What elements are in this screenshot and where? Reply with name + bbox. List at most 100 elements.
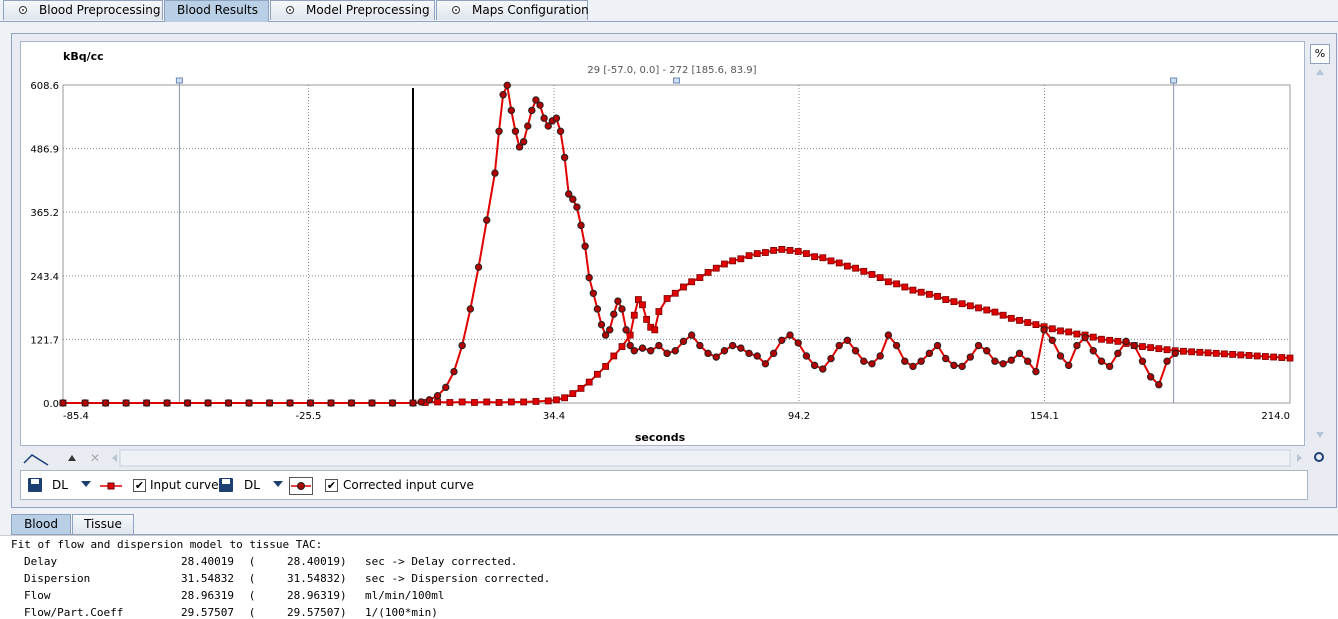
tab-tissue[interactable]: Tissue [72, 514, 134, 534]
corrected-curve-point [884, 331, 893, 339]
input-curve-point [577, 384, 585, 392]
save-corrected-curve-icon[interactable] [219, 478, 233, 492]
input-curve-point [569, 390, 577, 397]
input-curve-point [778, 245, 786, 253]
input-curve-label[interactable]: Input curve [150, 471, 219, 499]
tab-label: Blood Results [177, 3, 259, 17]
input-curve-style-icon[interactable] [99, 479, 123, 493]
lasso-icon[interactable] [1314, 452, 1324, 462]
save-input-curve-icon[interactable] [28, 478, 42, 492]
result-paren-open: ( [248, 572, 256, 585]
tab-blood[interactable]: Blood [11, 514, 71, 534]
corrected-curve-point [1122, 337, 1130, 346]
result-paren-value: 28.40019 [287, 555, 340, 568]
input-curve-point [925, 290, 933, 298]
corrected-curve-point [306, 399, 315, 407]
percent-button[interactable]: % [1310, 44, 1330, 64]
result-name: Delay [24, 555, 58, 568]
corrected-curve-point [786, 331, 794, 339]
chevron-down-icon[interactable] [273, 481, 283, 487]
dl-corrected-label[interactable]: DL [244, 471, 260, 499]
input-curve-point [1089, 333, 1097, 341]
tab-blood-preprocessing[interactable]: Blood Preprocessing [3, 0, 163, 20]
results-text-area[interactable]: Fit of flow and dispersion model to tiss… [0, 535, 1338, 619]
range-markers[interactable] [175, 77, 1178, 403]
input-curve-point [495, 399, 503, 406]
corrected-curve-point [483, 216, 491, 224]
tab-maps-configuration[interactable]: Maps Configuration [436, 0, 589, 20]
plot-area[interactable]: kBq/cc 29 [-57.0, 0.0] - 272 [185.6, 83.… [20, 41, 1305, 446]
corrected-curve-point [769, 349, 778, 358]
input-curve-point [532, 398, 540, 405]
corrected-curve-label[interactable]: Corrected input curve [343, 471, 474, 499]
result-name: Dispersion [24, 572, 91, 585]
grid [62, 84, 1291, 404]
scroll-left-arrow-icon[interactable] [112, 454, 117, 462]
scroll-up-icon[interactable] [1316, 69, 1324, 75]
corrected-curve-point [142, 399, 151, 407]
corrected-curve-point [1130, 341, 1138, 350]
corrected-curve-point [622, 326, 630, 334]
input-curve-point [966, 302, 974, 310]
input-curve-point [803, 250, 810, 257]
corrected-curve-point [495, 127, 503, 135]
corrected-curve-point [671, 347, 679, 355]
tab-label: Tissue [84, 517, 122, 531]
corrected-curve-point [101, 399, 110, 407]
corrected-curve-point [991, 357, 999, 365]
tab-blood-results[interactable]: Blood Results [164, 0, 269, 22]
input-curve-point [630, 311, 638, 319]
scroll-down-icon[interactable] [1316, 432, 1324, 438]
input-curve-point [884, 278, 892, 286]
corrected-curve-point [1105, 362, 1114, 371]
input-curve-point [663, 295, 671, 302]
corrected-curve-point [450, 367, 458, 376]
triangle-up-icon[interactable] [68, 455, 76, 461]
dl-input-label[interactable]: DL [52, 471, 68, 499]
result-paren-value: 29.57507 [287, 606, 340, 619]
y-tick-label: 486.9 [30, 145, 59, 156]
input-curve-point [753, 250, 761, 257]
range-center-handle [673, 77, 680, 84]
x-tick-label: -25.5 [296, 411, 322, 422]
vertical-scrollbar[interactable] [1309, 41, 1331, 446]
result-value: 29.57507 [181, 606, 234, 619]
input-curve-point [1229, 351, 1237, 358]
corrected-curve-style-icon[interactable] [289, 477, 313, 495]
result-paren-value: 28.96319 [287, 589, 340, 602]
corrected-curve-point [327, 399, 335, 407]
result-unit: sec -> Dispersion corrected. [365, 572, 551, 585]
horizontal-scrollbar-track[interactable] [119, 449, 1291, 467]
tab-status-icon [452, 6, 460, 14]
input-curve-point [1212, 349, 1220, 357]
y-tick-label: 243.4 [30, 272, 59, 283]
corrected-curve-checkbox[interactable]: ✔ [325, 479, 338, 492]
corrected-curve-point [499, 91, 507, 99]
chevron-down-icon[interactable] [81, 481, 91, 487]
input-curve-checkbox[interactable]: ✔ [133, 479, 146, 492]
input-curve-point [1098, 335, 1105, 343]
result-unit: 1/(100*min) [365, 606, 438, 619]
x-tick-label: 154.1 [1030, 411, 1059, 422]
blood-curve-chart[interactable]: kBq/cc 29 [-57.0, 0.0] - 272 [185.6, 83.… [21, 42, 1304, 445]
curve-style-icon[interactable] [23, 454, 49, 466]
tab-model-preprocessing[interactable]: Model Preprocessing [270, 0, 435, 20]
input-curve-point [827, 257, 835, 265]
corrected-curve-point [597, 320, 606, 329]
result-paren-open: ( [248, 589, 256, 602]
input-curve-point [1139, 343, 1146, 350]
plot-border [62, 84, 1291, 404]
y-ticks: 608.6 486.9 365.2 243.4 121.7 0.0 [30, 81, 59, 410]
scroll-right-icon[interactable] [1297, 454, 1302, 462]
corrected-curve-point [507, 106, 516, 115]
close-icon[interactable]: ✕ [90, 451, 100, 465]
input-curve-point [860, 267, 868, 275]
input-curve-point [651, 326, 659, 334]
corrected-curve-point [942, 354, 950, 363]
corrected-curve-point [868, 360, 876, 368]
input-curve-point [901, 283, 909, 291]
corrected-curve-point [983, 347, 991, 355]
result-paren-open: ( [248, 606, 256, 619]
corrected-curve-point [655, 341, 663, 350]
y-unit-label: kBq/cc [63, 50, 104, 63]
